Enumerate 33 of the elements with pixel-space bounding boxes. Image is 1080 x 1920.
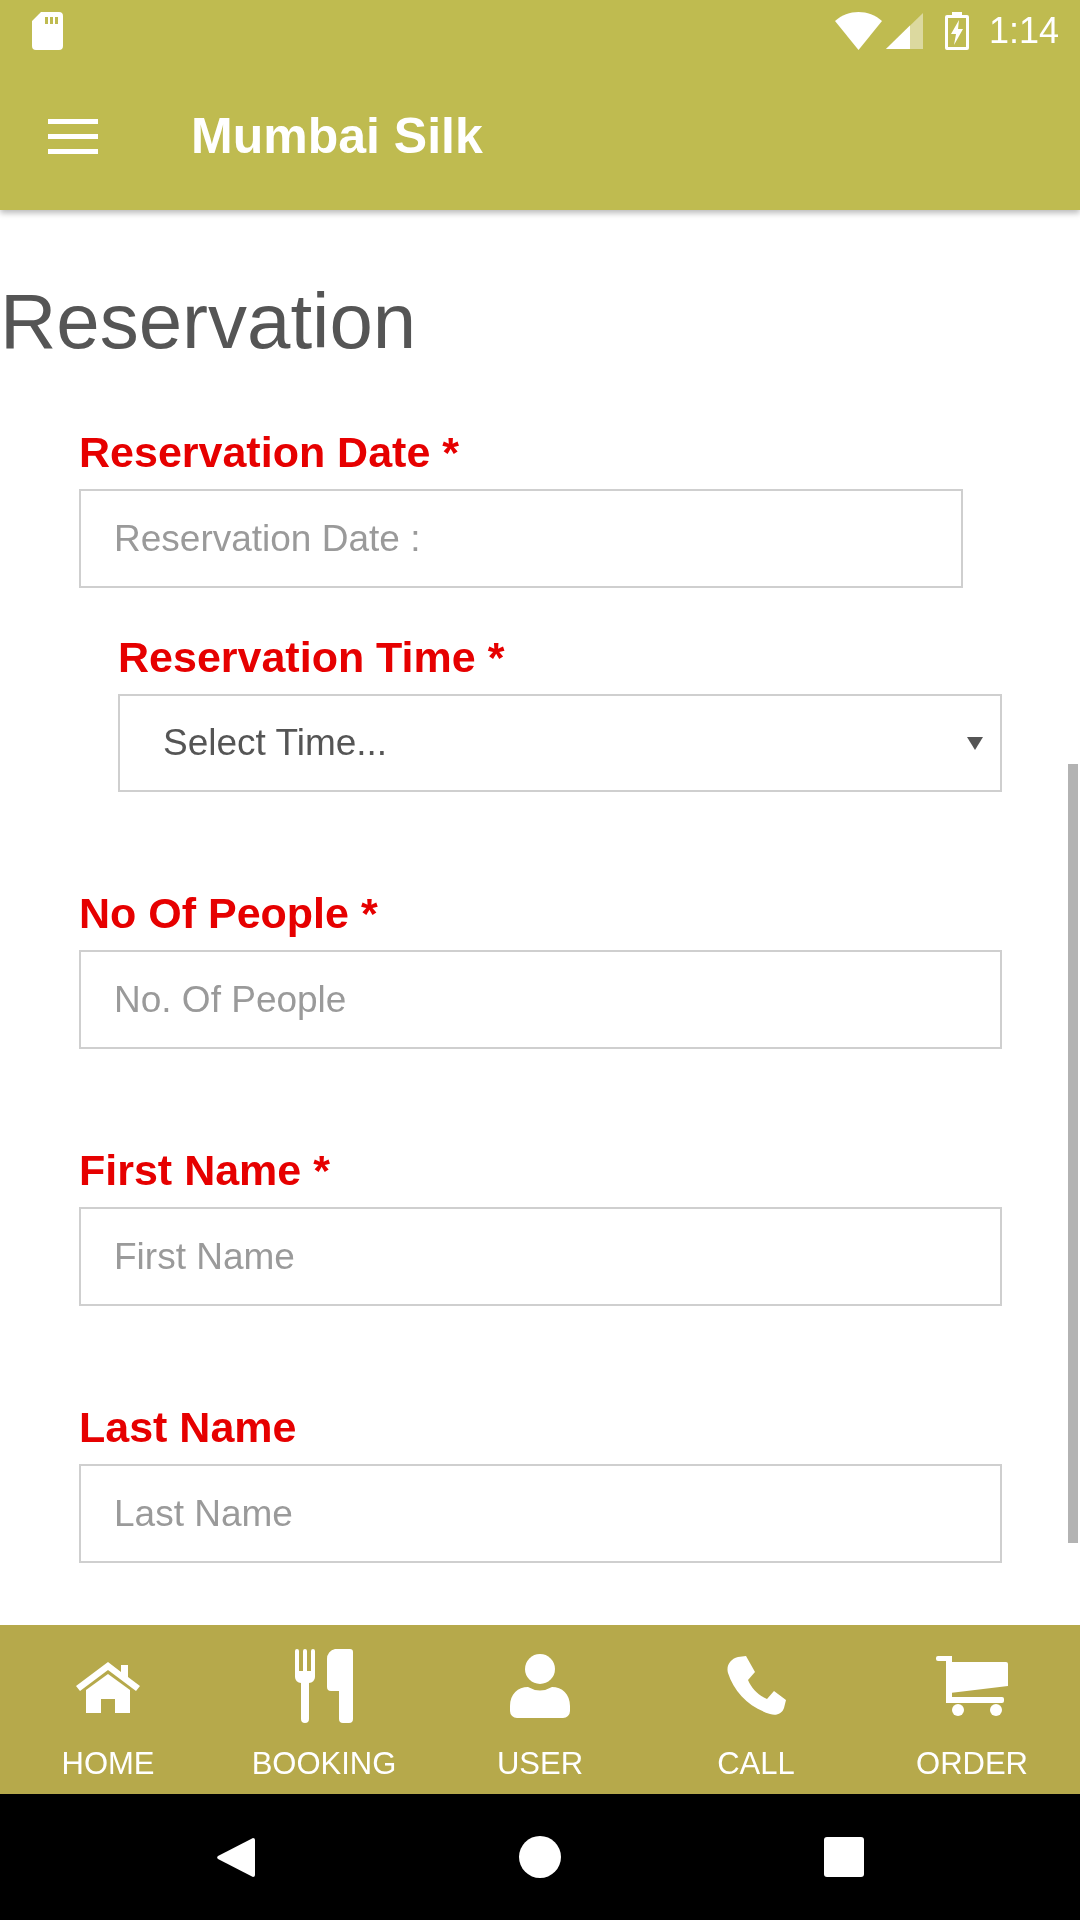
circle-icon[interactable]: [519, 1836, 561, 1878]
caret-icon: [967, 736, 983, 750]
square-icon[interactable]: [824, 1837, 864, 1877]
back-icon[interactable]: [217, 1836, 255, 1878]
field-label: First Name *: [79, 1146, 331, 1194]
field-label: Last Name: [79, 1403, 298, 1451]
field-label: Reservation Date *: [79, 428, 460, 476]
page-heading: Reservation: [0, 276, 418, 366]
sd-card-icon: [32, 12, 63, 50]
cart-icon: [936, 1656, 1008, 1716]
nav-tab[interactable]: CALL: [717, 1647, 795, 1782]
date-field[interactable]: Reservation Date :: [79, 489, 963, 588]
nav-tab[interactable]: ORDER: [916, 1647, 1028, 1782]
field-label: Reservation Time *: [118, 633, 506, 681]
scrollbar-thumb[interactable]: [1068, 764, 1078, 1543]
nav-tab[interactable]: BOOKING: [251, 1647, 397, 1782]
nav-tab[interactable]: USER: [496, 1647, 584, 1782]
user-icon: [510, 1654, 570, 1718]
phone-icon: [726, 1656, 786, 1716]
input-field[interactable]: Last Name: [79, 1464, 1002, 1563]
menu-icon[interactable]: [48, 118, 98, 154]
fork-knife-icon: [295, 1649, 353, 1723]
input-field[interactable]: No. Of People: [79, 950, 1002, 1049]
nav-tab[interactable]: HOME: [61, 1647, 155, 1782]
dropdown-field[interactable]: Select Time...: [118, 694, 1002, 792]
app-title: Mumbai Silk: [191, 107, 483, 165]
signal-icon: [885, 13, 923, 49]
battery-charging-icon: [944, 12, 969, 50]
wifi-icon: [834, 12, 882, 50]
status-time: 1:14: [988, 11, 1059, 51]
house-icon: [74, 1659, 142, 1713]
input-field[interactable]: First Name: [79, 1207, 1002, 1306]
field-label: No Of People *: [79, 889, 379, 937]
